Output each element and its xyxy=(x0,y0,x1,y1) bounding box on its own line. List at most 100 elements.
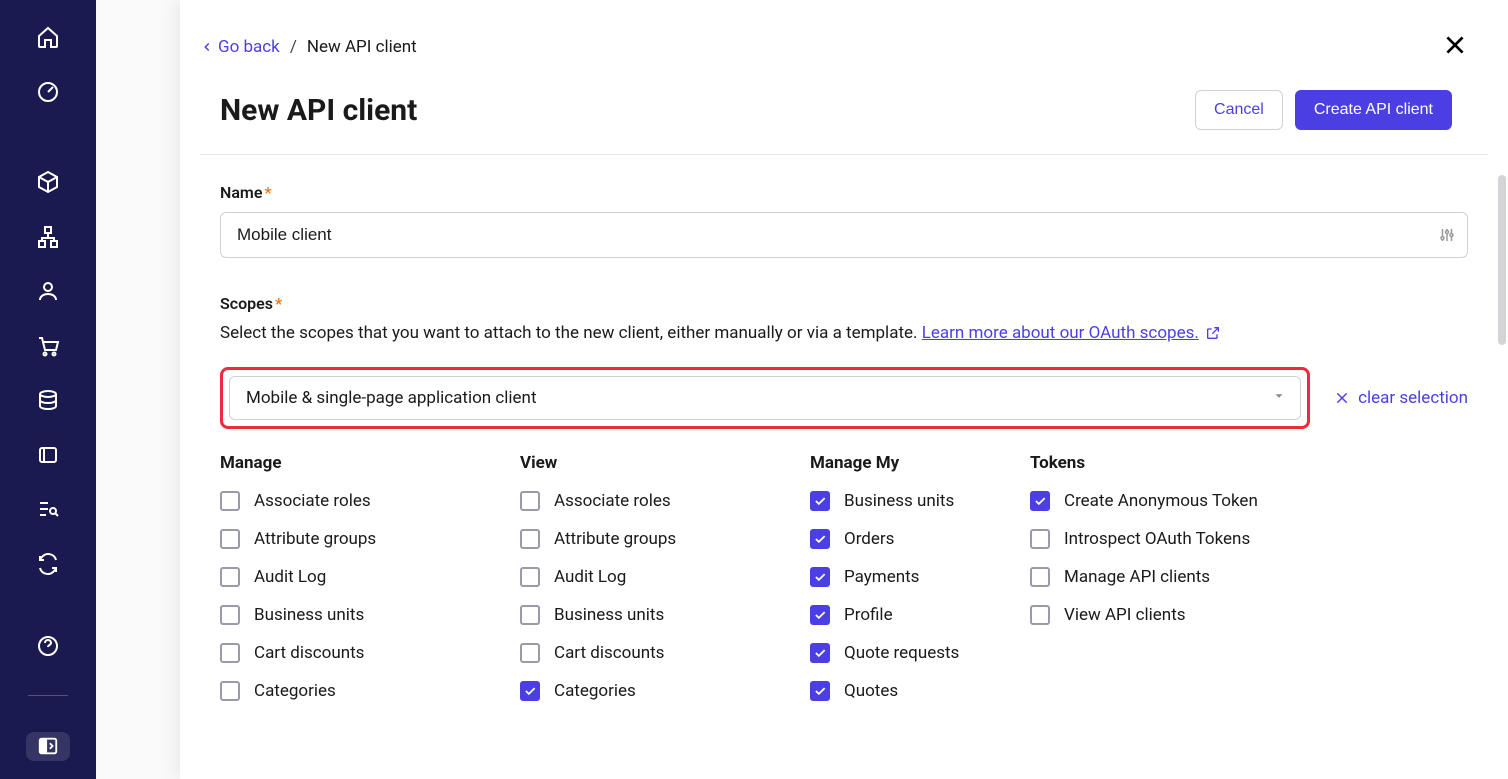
scope-item-label: Categories xyxy=(554,681,636,701)
scope-checkbox-item[interactable]: Business units xyxy=(810,491,1030,511)
sitemap-icon[interactable] xyxy=(24,223,72,249)
template-dropdown-highlight: Mobile & single-page application client xyxy=(220,367,1310,429)
scope-column-title: Tokens xyxy=(1030,453,1290,473)
scope-checkbox-item[interactable]: View API clients xyxy=(1030,605,1290,625)
sidebar xyxy=(0,0,96,779)
checkbox-icon[interactable] xyxy=(810,567,830,587)
checkbox-icon[interactable] xyxy=(520,529,540,549)
checkbox-icon[interactable] xyxy=(520,605,540,625)
checkbox-icon[interactable] xyxy=(1030,491,1050,511)
collapse-sidebar-button[interactable] xyxy=(26,732,70,761)
sliders-icon[interactable] xyxy=(1438,226,1456,244)
checkbox-icon[interactable] xyxy=(810,605,830,625)
name-label: Name* xyxy=(220,183,272,202)
scope-checkbox-item[interactable]: Profile xyxy=(810,605,1030,625)
person-icon[interactable] xyxy=(24,278,72,304)
name-input[interactable] xyxy=(220,212,1468,258)
scope-checkbox-item[interactable]: Attribute groups xyxy=(220,529,520,549)
scope-checkbox-item[interactable]: Cart discounts xyxy=(520,643,810,663)
sidebar-divider xyxy=(28,695,68,696)
scope-checkbox-item[interactable]: Quotes xyxy=(810,681,1030,701)
scope-item-label: View API clients xyxy=(1064,605,1186,625)
close-icon[interactable] xyxy=(1438,28,1472,66)
scope-checkbox-item[interactable]: Quote requests xyxy=(810,643,1030,663)
cube-icon[interactable] xyxy=(24,169,72,195)
scope-item-label: Create Anonymous Token xyxy=(1064,491,1258,511)
card-icon[interactable] xyxy=(24,441,72,467)
scopes-description-text: Select the scopes that you want to attac… xyxy=(220,323,922,343)
scope-column-title: View xyxy=(520,453,810,473)
scope-checkbox-item[interactable]: Business units xyxy=(520,605,810,625)
required-asterisk: * xyxy=(275,294,282,313)
checkbox-icon[interactable] xyxy=(520,643,540,663)
scope-item-label: Audit Log xyxy=(254,567,326,587)
clear-selection-label: clear selection xyxy=(1358,388,1468,408)
scope-checkbox-item[interactable]: Introspect OAuth Tokens xyxy=(1030,529,1290,549)
scope-item-label: Categories xyxy=(254,681,336,701)
checkbox-icon[interactable] xyxy=(220,605,240,625)
scope-checkbox-item[interactable]: Create Anonymous Token xyxy=(1030,491,1290,511)
scope-column: ManageAssociate rolesAttribute groupsAud… xyxy=(220,453,520,719)
checkbox-icon[interactable] xyxy=(1030,605,1050,625)
checkbox-icon[interactable] xyxy=(520,567,540,587)
scope-item-label: Quote requests xyxy=(844,643,959,663)
scope-checkbox-item[interactable]: Audit Log xyxy=(520,567,810,587)
search-list-icon[interactable] xyxy=(24,496,72,522)
checkbox-icon[interactable] xyxy=(810,529,830,549)
checkbox-icon[interactable] xyxy=(520,681,540,701)
scopes-description: Select the scopes that you want to attac… xyxy=(220,323,1468,343)
checkbox-icon[interactable] xyxy=(1030,529,1050,549)
scope-checkbox-item[interactable]: Audit Log xyxy=(220,567,520,587)
scope-column-title: Manage My xyxy=(810,453,1030,473)
scope-checkbox-item[interactable]: Manage API clients xyxy=(1030,567,1290,587)
scope-checkbox-item[interactable]: Business units xyxy=(220,605,520,625)
scope-item-label: Business units xyxy=(844,491,954,511)
scope-checkbox-item[interactable]: Orders xyxy=(810,529,1030,549)
cancel-button[interactable]: Cancel xyxy=(1195,90,1283,130)
cart-icon[interactable] xyxy=(24,332,72,358)
scope-checkbox-item[interactable]: Categories xyxy=(220,681,520,701)
checkbox-icon[interactable] xyxy=(520,491,540,511)
help-icon[interactable] xyxy=(24,633,72,659)
checkbox-icon[interactable] xyxy=(810,681,830,701)
checkbox-icon[interactable] xyxy=(810,491,830,511)
breadcrumb: Go back / New API client xyxy=(200,37,417,57)
chevron-down-icon xyxy=(1272,388,1286,408)
checkbox-icon[interactable] xyxy=(220,491,240,511)
name-label-text: Name xyxy=(220,183,262,202)
go-back-link[interactable]: Go back xyxy=(200,37,280,57)
scope-item-label: Profile xyxy=(844,605,893,625)
scope-item-label: Business units xyxy=(254,605,364,625)
scope-grid: ManageAssociate rolesAttribute groupsAud… xyxy=(220,453,1468,719)
new-api-client-modal: Go back / New API client New API client … xyxy=(180,0,1508,779)
checkbox-icon[interactable] xyxy=(220,529,240,549)
home-icon[interactable] xyxy=(24,24,72,50)
scope-item-label: Payments xyxy=(844,567,919,587)
create-api-client-button[interactable]: Create API client xyxy=(1295,90,1452,130)
scrollbar[interactable] xyxy=(1498,175,1506,345)
refresh-icon[interactable] xyxy=(24,550,72,576)
scope-template-dropdown[interactable]: Mobile & single-page application client xyxy=(229,376,1301,420)
breadcrumb-separator: / xyxy=(290,37,297,57)
learn-more-text: Learn more about our OAuth scopes. xyxy=(922,323,1199,343)
dropdown-value: Mobile & single-page application client xyxy=(246,388,537,408)
learn-more-link[interactable]: Learn more about our OAuth scopes. xyxy=(922,323,1221,343)
checkbox-icon[interactable] xyxy=(810,643,830,663)
checkbox-icon[interactable] xyxy=(220,681,240,701)
scope-item-label: Cart discounts xyxy=(554,643,664,663)
scope-checkbox-item[interactable]: Associate roles xyxy=(520,491,810,511)
checkbox-icon[interactable] xyxy=(1030,567,1050,587)
scope-checkbox-item[interactable]: Cart discounts xyxy=(220,643,520,663)
clear-selection-button[interactable]: clear selection xyxy=(1334,388,1468,408)
scope-checkbox-item[interactable]: Payments xyxy=(810,567,1030,587)
gauge-icon[interactable] xyxy=(24,78,72,104)
scope-column: Tokens Create Anonymous Token Introspect O… xyxy=(1030,453,1290,719)
checkbox-icon[interactable] xyxy=(220,643,240,663)
scope-checkbox-item[interactable]: Attribute groups xyxy=(520,529,810,549)
scope-item-label: Manage API clients xyxy=(1064,567,1210,587)
scope-checkbox-item[interactable]: Associate roles xyxy=(220,491,520,511)
coins-icon[interactable] xyxy=(24,387,72,413)
scope-item-label: Audit Log xyxy=(554,567,626,587)
scope-checkbox-item[interactable]: Categories xyxy=(520,681,810,701)
checkbox-icon[interactable] xyxy=(220,567,240,587)
